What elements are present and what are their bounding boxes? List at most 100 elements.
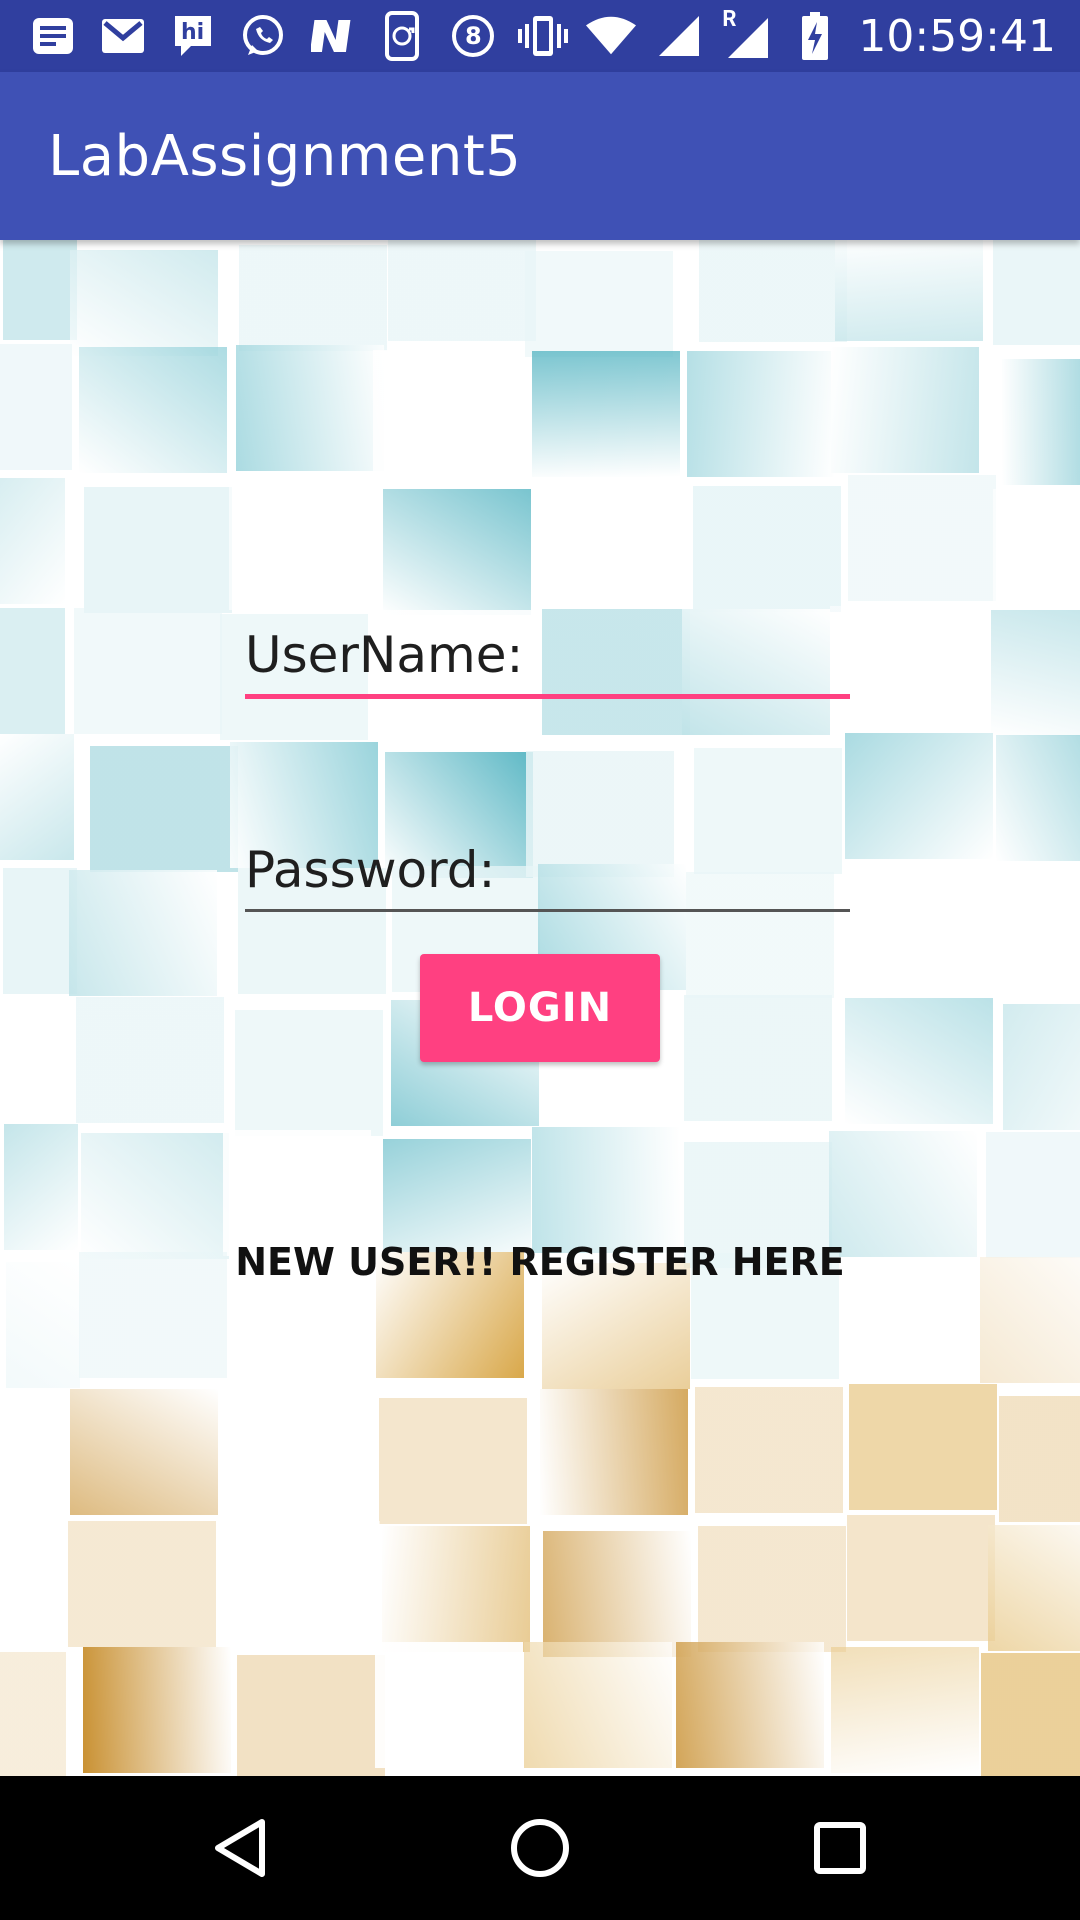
background-tile xyxy=(7,1009,81,1135)
background-tile xyxy=(4,1124,78,1250)
background-tile xyxy=(993,240,1080,345)
svg-text:8: 8 xyxy=(465,22,482,50)
password-input[interactable] xyxy=(245,830,850,910)
signal-icon xyxy=(654,11,704,61)
background-tile xyxy=(236,345,384,471)
login-screen: LOGIN NEW USER!! REGISTER HERE xyxy=(0,240,1080,1776)
background-tile xyxy=(375,1642,523,1768)
app-title: LabAssignment5 xyxy=(48,124,522,189)
home-icon[interactable] xyxy=(490,1798,590,1898)
background-tile xyxy=(981,1653,1080,1776)
background-tile xyxy=(849,1384,997,1510)
navigation-bar xyxy=(0,1776,1080,1920)
background-tile xyxy=(698,1526,846,1652)
whatsapp-icon xyxy=(238,11,288,61)
background-tile xyxy=(684,995,832,1121)
background-tile xyxy=(676,1642,824,1768)
back-icon[interactable] xyxy=(190,1798,290,1898)
background-tile xyxy=(846,871,994,997)
background-tile xyxy=(70,250,218,356)
background-tile xyxy=(831,347,979,473)
background-tile xyxy=(695,1387,843,1513)
background-tile xyxy=(999,1396,1080,1522)
background-tile xyxy=(996,735,1080,861)
gmail-icon xyxy=(98,11,148,61)
eight-icon: 8 xyxy=(448,11,498,61)
background-tile xyxy=(829,1131,977,1257)
background-tile xyxy=(83,1647,231,1773)
background-tile xyxy=(383,489,531,615)
background-tile xyxy=(373,350,521,476)
background-tile xyxy=(835,240,983,341)
recents-icon[interactable] xyxy=(790,1798,890,1898)
background-tile xyxy=(223,1130,371,1256)
roaming-label: R xyxy=(722,7,737,32)
background-tile xyxy=(993,489,1080,615)
notification-icons: hi 8 xyxy=(28,11,498,61)
background-tile xyxy=(845,733,993,859)
background-tile xyxy=(0,344,72,470)
background-tile xyxy=(687,351,835,477)
login-button[interactable]: LOGIN xyxy=(420,954,660,1062)
background-tile xyxy=(0,1652,66,1776)
wifi-icon xyxy=(586,11,637,61)
background-tile xyxy=(79,347,227,473)
background-tile xyxy=(388,240,536,341)
background-tile xyxy=(3,240,77,340)
username-underline xyxy=(245,694,850,699)
hike-icon: hi xyxy=(168,11,218,61)
app-bar: LabAssignment5 xyxy=(0,72,1080,240)
background-tile xyxy=(525,251,673,357)
background-tile xyxy=(830,606,978,732)
background-tile xyxy=(74,608,222,734)
battery-charging-icon xyxy=(790,11,840,61)
background-tile xyxy=(1002,359,1080,485)
background-tile xyxy=(532,1127,680,1253)
vibrate-icon xyxy=(518,11,569,61)
background-tile xyxy=(991,610,1080,736)
notes-icon xyxy=(28,11,78,61)
background-tile xyxy=(232,1521,380,1647)
background-tile xyxy=(379,1398,527,1524)
background-tile xyxy=(70,1389,218,1515)
background-tile xyxy=(0,1392,70,1518)
background-tile xyxy=(990,866,1080,992)
background-tile xyxy=(0,478,65,604)
status-clock: 10:59:41 xyxy=(858,10,1056,62)
background-tile xyxy=(540,1389,688,1515)
svg-text:hi: hi xyxy=(181,20,204,45)
background-tile xyxy=(84,487,232,613)
background-tile xyxy=(68,1521,216,1647)
background-tile xyxy=(237,1655,385,1776)
background-tile xyxy=(229,484,377,610)
background-tile xyxy=(90,746,238,872)
background-tile xyxy=(848,475,996,601)
background-tile xyxy=(76,997,224,1123)
system-icons: R 10:59:41 xyxy=(518,7,1056,64)
background-tile xyxy=(235,1010,383,1136)
username-field-container xyxy=(245,615,850,699)
background-tile xyxy=(831,1647,979,1773)
username-input[interactable] xyxy=(245,615,850,695)
background-tile xyxy=(693,486,841,612)
background-tile xyxy=(1003,1004,1080,1130)
background-tile xyxy=(543,490,691,616)
background-tile xyxy=(524,1642,672,1768)
background-tile xyxy=(532,351,680,477)
background-tile xyxy=(845,998,993,1124)
background-tile xyxy=(228,1384,376,1510)
roaming-signal-icon: R xyxy=(722,7,772,61)
background-tile xyxy=(699,240,847,342)
sync-icon xyxy=(378,11,428,61)
background-tile xyxy=(847,1515,995,1641)
background-tile xyxy=(1,1527,75,1653)
password-field-container xyxy=(245,830,850,912)
background-tile xyxy=(0,734,74,860)
status-bar: hi 8 R 10:59:41 xyxy=(0,0,1080,72)
password-underline xyxy=(245,909,850,912)
background-tile xyxy=(69,870,217,996)
background-tile xyxy=(382,1526,530,1652)
background-tile xyxy=(543,1531,691,1657)
register-link[interactable]: NEW USER!! REGISTER HERE xyxy=(0,1240,1080,1284)
background-tile xyxy=(3,868,77,994)
